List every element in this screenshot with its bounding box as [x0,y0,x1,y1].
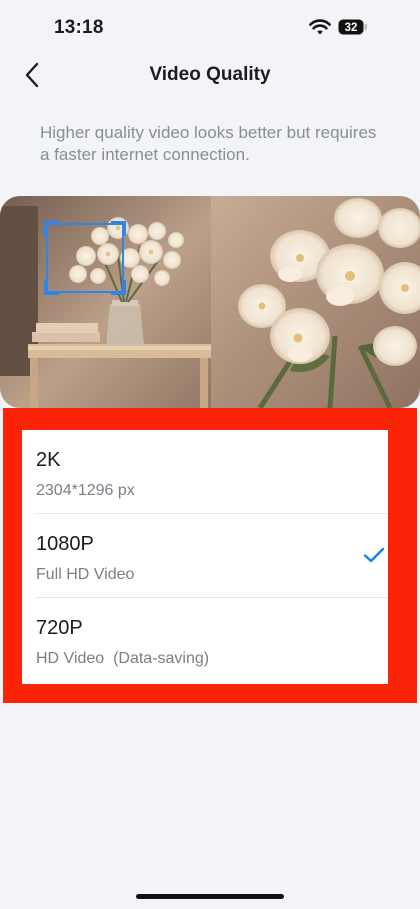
wifi-icon [309,18,331,36]
option-subtitle: HD Video (Data-saving) [36,650,210,667]
checkmark-icon [362,543,386,567]
option-1080p[interactable]: 1080P Full HD Video [22,514,388,598]
option-title: 1080P [36,533,94,555]
status-time: 13:18 [54,17,104,38]
preview-image [0,196,420,408]
battery-icon: 32 [338,19,368,35]
option-720p[interactable]: 720P HD Video (Data-saving) [22,598,388,682]
quality-options-list: 2K 2304*1296 px 1080P Full HD Video 720P… [22,430,388,684]
option-subtitle: Full HD Video [36,566,135,583]
home-indicator [136,894,284,899]
description-text: Higher quality video looks better but re… [40,123,377,164]
option-subtitle: 2304*1296 px [36,482,135,499]
status-bar: 13:18 32 [0,0,420,54]
battery-level: 32 [345,22,358,34]
option-2k[interactable]: 2K 2304*1296 px [22,430,388,514]
option-title: 720P [36,617,83,639]
page-title: Video Quality [149,64,271,85]
option-title: 2K [36,449,61,471]
